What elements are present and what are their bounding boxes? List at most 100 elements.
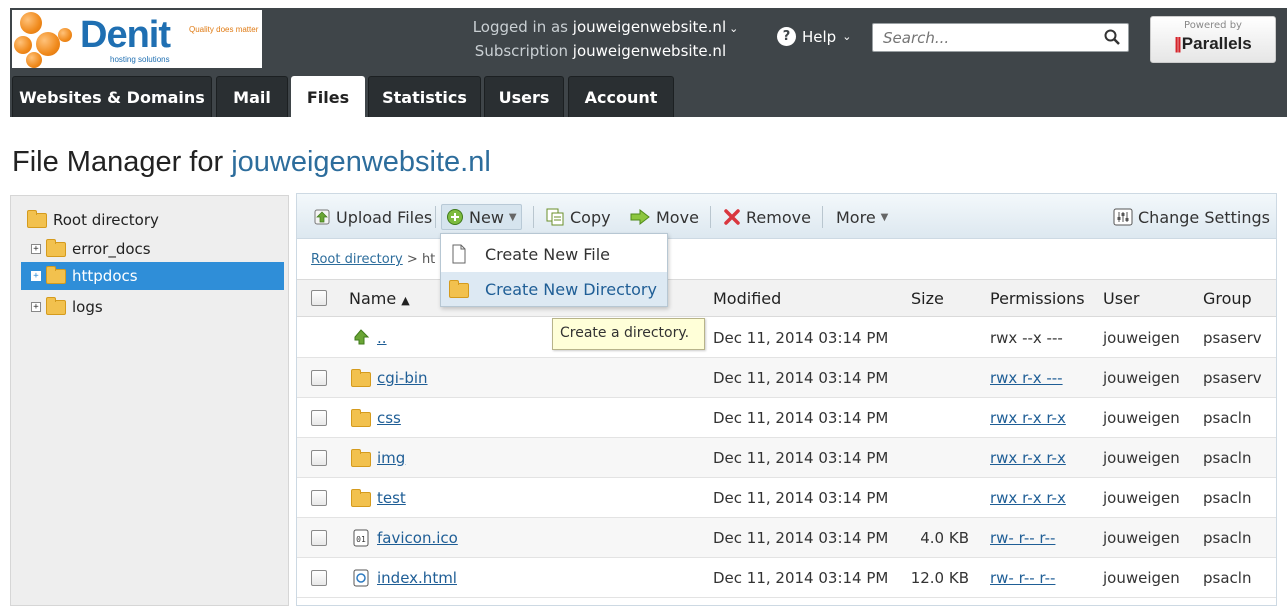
file-size: 12.0 KB	[910, 569, 969, 587]
row-checkbox[interactable]	[311, 370, 327, 386]
permissions[interactable]: rwx r-x r-x	[990, 489, 1066, 507]
file-name-link[interactable]: favicon.ico	[377, 529, 458, 547]
remove-x-icon	[724, 209, 740, 225]
modified-date: Dec 11, 2014 03:14 PM	[713, 569, 889, 587]
permissions[interactable]: rwx r-x r-x	[990, 409, 1066, 427]
logged-in-value: jouweigenwebsite.nl	[572, 18, 727, 36]
menu-item-label: Create New File	[485, 244, 611, 264]
owner-group: psacln	[1203, 529, 1252, 547]
expand-icon[interactable]: +	[31, 271, 41, 281]
move-button[interactable]: Move	[625, 204, 703, 230]
column-header-modified[interactable]: Modified	[713, 289, 781, 308]
file-size: 4.0 KB	[920, 529, 969, 547]
owner-group: psaserv	[1203, 369, 1262, 387]
parallels-badge[interactable]: Powered by || Parallels	[1150, 16, 1276, 63]
tab-account[interactable]: Account	[568, 76, 674, 117]
column-header-name[interactable]: Name ▲	[349, 289, 410, 308]
tab-websites-domains[interactable]: Websites & Domains	[12, 76, 212, 117]
binary-file-icon: 01	[351, 528, 371, 548]
table-row[interactable]: cgi-bin Dec 11, 2014 03:14 PM rwx r-x --- j…	[297, 358, 1276, 398]
modified-date: Dec 11, 2014 03:14 PM	[713, 409, 889, 427]
tab-statistics[interactable]: Statistics	[368, 76, 481, 117]
remove-button[interactable]: Remove	[719, 204, 815, 230]
tab-files[interactable]: Files	[291, 76, 365, 117]
table-row[interactable]: index.html Dec 11, 2014 03:14 PM 12.0 KB rw…	[297, 558, 1276, 598]
parent-directory-arrow-icon	[351, 328, 371, 348]
new-button[interactable]: New ▼	[441, 204, 522, 230]
table-row[interactable]: test Dec 11, 2014 03:14 PM rwx r-x r-x jouw…	[297, 478, 1276, 518]
tree-item-error-docs[interactable]: + error_docs	[31, 235, 151, 263]
permissions[interactable]: rwx r-x ---	[990, 369, 1063, 387]
more-button[interactable]: More ▼	[832, 204, 892, 230]
column-header-permissions[interactable]: Permissions	[990, 289, 1085, 308]
table-row[interactable]: .. Dec 11, 2014 03:14 PM rwx --x --- jouwei…	[297, 318, 1276, 358]
file-name-link[interactable]: cgi-bin	[377, 369, 428, 387]
logged-in-user-menu[interactable]: jouweigenwebsite.nl ⌄	[573, 18, 739, 36]
html-file-icon	[351, 568, 371, 588]
remove-label: Remove	[746, 207, 811, 227]
help-menu[interactable]: ? Help ⌄	[777, 27, 851, 46]
logo[interactable]: Denit Quality does matter hosting soluti…	[12, 10, 262, 68]
column-header-group[interactable]: Group	[1203, 289, 1252, 308]
permissions[interactable]: rw- r-- r--	[990, 569, 1055, 587]
chevron-down-icon: ⌄	[729, 22, 739, 35]
tree-item-logs[interactable]: + logs	[31, 293, 103, 321]
file-name-link[interactable]: img	[377, 449, 405, 467]
tree-item-label: logs	[72, 298, 103, 316]
table-row[interactable]: img Dec 11, 2014 03:14 PM rwx r-x r-x jouwe…	[297, 438, 1276, 478]
expand-icon[interactable]: +	[31, 244, 41, 254]
tree-item-label: httpdocs	[72, 267, 138, 285]
folder-icon	[46, 265, 66, 284]
account-info: Logged in as jouweigenwebsite.nl ⌄ Subscr…	[465, 16, 739, 63]
powered-by-label: Powered by	[1184, 20, 1242, 31]
main-tabs: Websites & Domains Mail Files Statistics…	[10, 76, 1287, 117]
select-all-checkbox[interactable]	[311, 290, 327, 306]
row-checkbox[interactable]	[311, 450, 327, 466]
permissions[interactable]: rw- r-- r--	[990, 529, 1055, 547]
menu-item-create-new-directory[interactable]: Create New Directory	[441, 272, 667, 306]
owner-group: psacln	[1203, 489, 1252, 507]
file-icon	[452, 244, 466, 264]
parallels-brand: Parallels	[1181, 34, 1252, 53]
row-checkbox[interactable]	[311, 570, 327, 586]
search-input[interactable]	[873, 24, 1093, 51]
column-header-user[interactable]: User	[1103, 289, 1139, 308]
modified-date: Dec 11, 2014 03:14 PM	[713, 449, 889, 467]
permissions[interactable]: rwx r-x r-x	[990, 449, 1066, 467]
row-checkbox[interactable]	[311, 530, 327, 546]
tree-item-root[interactable]: Root directory	[27, 206, 159, 234]
change-settings-button[interactable]: Change Settings	[1109, 204, 1274, 230]
caret-down-icon: ▼	[508, 211, 517, 223]
tab-mail[interactable]: Mail	[216, 76, 288, 117]
table-row[interactable]: css Dec 11, 2014 03:14 PM rwx r-x r-x jouwe…	[297, 398, 1276, 438]
table-row[interactable]: 01 favicon.ico Dec 11, 2014 03:14 PM 4.0 KB…	[297, 518, 1276, 558]
row-checkbox[interactable]	[311, 490, 327, 506]
tree-item-httpdocs[interactable]: + httpdocs	[21, 262, 284, 290]
toolbar-divider	[822, 206, 823, 228]
search-icon[interactable]	[1104, 29, 1120, 45]
breadcrumb-current: ht	[421, 252, 436, 267]
file-name-link[interactable]: css	[377, 409, 401, 427]
file-name-link[interactable]: index.html	[377, 569, 457, 587]
folder-icon	[351, 448, 371, 468]
row-checkbox[interactable]	[311, 410, 327, 426]
expand-icon[interactable]: +	[31, 302, 41, 312]
move-label: Move	[656, 207, 699, 227]
breadcrumb-root-link[interactable]: Root directory	[311, 252, 403, 267]
upload-files-button[interactable]: Upload Files	[309, 204, 436, 230]
tab-users[interactable]: Users	[484, 76, 564, 117]
parallels-bars-icon: ||	[1174, 34, 1181, 53]
column-header-size[interactable]: Size	[911, 289, 944, 308]
toolbar-divider	[435, 206, 436, 228]
copy-button[interactable]: Copy	[541, 204, 615, 230]
upload-files-label: Upload Files	[336, 207, 433, 227]
file-name-link[interactable]: ..	[377, 329, 387, 347]
folder-icon	[351, 408, 371, 428]
folder-icon	[27, 209, 47, 228]
file-name-link[interactable]: test	[377, 489, 406, 507]
menu-item-create-new-file[interactable]: Create New File	[441, 237, 667, 271]
breadcrumb-separator: >	[406, 252, 418, 267]
tree-item-label: Root directory	[53, 211, 159, 229]
owner-group: psacln	[1203, 569, 1252, 587]
page-title-domain: jouweigenwebsite.nl	[231, 146, 491, 178]
